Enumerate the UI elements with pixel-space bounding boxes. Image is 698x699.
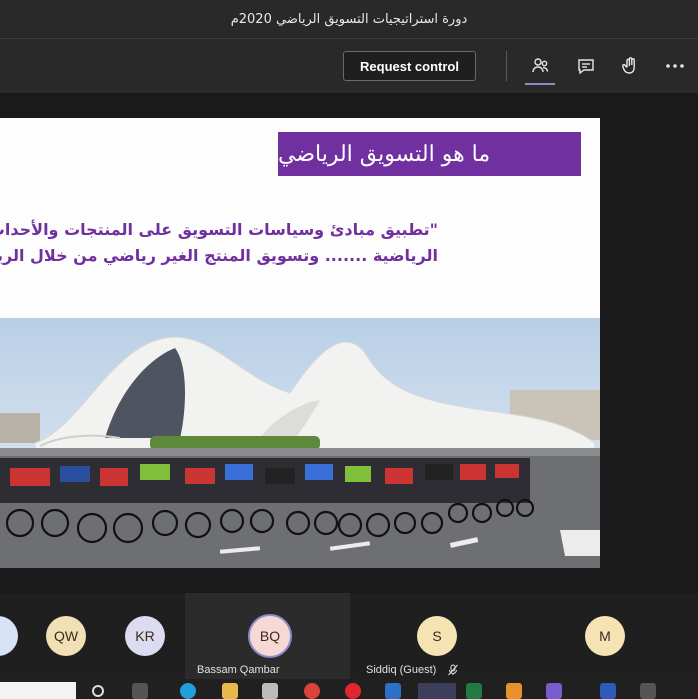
excel-icon[interactable]: [466, 683, 482, 699]
window-title: دورة استراتيجيات التسويق الرياضي 2020م: [230, 11, 468, 27]
participants-active-indicator: [525, 83, 555, 85]
taskbar-search-box[interactable]: [0, 682, 76, 699]
presentation-slide: ما هو التسويق الرياضي "تطبيق مبادئ وسياس…: [0, 118, 600, 568]
slide-text-line-1: "تطبيق مبادئ وسياسات التسويق على المنتجا…: [0, 220, 438, 239]
meeting-toolbar: Request control: [0, 38, 698, 93]
slide-text-line-2: الرياضية ....... وتسويق المنتج الغير ريا…: [0, 246, 438, 265]
os-taskbar: [0, 679, 698, 699]
app-icon[interactable]: [546, 683, 562, 699]
chat-icon[interactable]: [573, 53, 599, 79]
store-icon[interactable]: [262, 683, 278, 699]
participant-tile[interactable]: M: [560, 593, 650, 679]
participants-icon[interactable]: [527, 53, 553, 79]
slide-title: ما هو التسويق الرياضي: [278, 132, 581, 176]
opera-icon[interactable]: [345, 683, 361, 699]
participants-strip: QW KR BQ Bassam Qambar S Siddiq (Guest) …: [0, 593, 698, 679]
avatar: QW: [46, 616, 86, 656]
avatar: BQ: [248, 614, 292, 658]
more-options-icon[interactable]: [662, 53, 688, 79]
edge-browser-icon[interactable]: [180, 683, 196, 699]
participant-tile[interactable]: QW: [38, 593, 98, 679]
task-view-icon[interactable]: [132, 683, 148, 699]
avatar: S: [417, 616, 457, 656]
chrome-icon[interactable]: [304, 683, 320, 699]
participant-name: Bassam Qambar: [197, 664, 280, 676]
window-titlebar: دورة استراتيجيات التسويق الرياضي 2020م: [0, 0, 698, 38]
word-icon[interactable]: [600, 683, 616, 699]
participant-tile[interactable]: KR: [118, 593, 178, 679]
participant-name: Siddiq (Guest): [366, 664, 437, 676]
file-explorer-icon[interactable]: [222, 683, 238, 699]
participant-tile[interactable]: S Siddiq (Guest): [360, 593, 510, 679]
toolbar-divider: [506, 51, 507, 81]
participant-tile-active-speaker[interactable]: BQ Bassam Qambar: [185, 593, 350, 679]
teams-icon[interactable]: [418, 683, 456, 699]
shared-screen: ما هو التسويق الرياضي "تطبيق مبادئ وسياس…: [0, 93, 698, 593]
app-icon[interactable]: [506, 683, 522, 699]
mic-muted-icon: [448, 664, 458, 676]
app-icon[interactable]: [385, 683, 401, 699]
search-icon[interactable]: [92, 685, 104, 697]
avatar-partial[interactable]: [0, 616, 18, 656]
request-control-button[interactable]: Request control: [343, 51, 476, 81]
cycling-race-photo: [0, 318, 600, 568]
app-icon[interactable]: [640, 683, 656, 699]
raise-hand-icon[interactable]: [617, 53, 643, 79]
avatar: KR: [125, 616, 165, 656]
avatar: M: [585, 616, 625, 656]
